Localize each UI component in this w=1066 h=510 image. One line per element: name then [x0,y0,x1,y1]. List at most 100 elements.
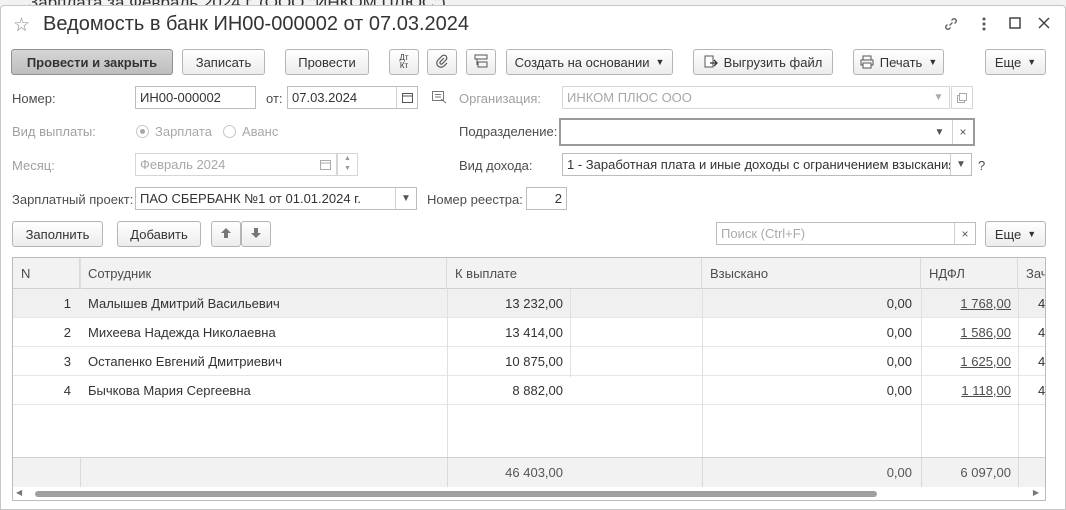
printer-icon [860,55,874,69]
payment-type-label: Вид выплаты: [12,124,96,139]
print-button[interactable]: Печать ▼ [853,49,944,75]
document-window: ☆ Ведомость в банк ИН00-000002 от 07.03.… [0,5,1066,510]
table-more-label: Еще [994,226,1022,242]
dropdown-arrow-icon[interactable]: ▼ [950,154,971,175]
salary-project-field[interactable]: ПАО СБЕРБАНК №1 от 01.01.2024 г. ▼ [135,187,417,210]
paperclip-icon [435,54,449,71]
scroll-right-icon[interactable]: ▶ [1033,488,1039,497]
row-number: 1 [63,296,71,311]
post-and-close-button[interactable]: Провести и закрыть [11,49,173,75]
table-more-button[interactable]: Еще ▼ [985,221,1046,247]
search-placeholder: Поиск (Ctrl+F) [721,226,806,241]
column-divider [570,289,571,377]
column-header-to-pay[interactable]: К выплате [447,258,702,289]
export-file-button[interactable]: Выгрузить файл [693,49,833,75]
employee-name: Малышев Дмитрий Васильевич [88,296,280,311]
title-bar: ☆ Ведомость в банк ИН00-000002 от 07.03.… [1,6,1065,44]
chevron-down-icon: ▼ [1027,229,1037,239]
total-ndfl: 6 097,00 [960,465,1011,480]
date-label: от: [266,91,283,106]
registry-number-field[interactable]: 2 [526,187,567,210]
registry-number-label: Номер реестра: [427,192,523,207]
table-row[interactable]: 1 Малышев Дмитрий Васильевич 13 232,00 0… [13,289,1045,318]
column-header-ndfl[interactable]: НДФЛ [921,258,1018,289]
date-field[interactable]: 07.03.2024 [287,86,418,109]
star-icon[interactable]: ☆ [13,14,30,37]
month-value: Февраль 2024 [140,157,226,172]
to-pay-value: 8 882,00 [512,383,563,398]
scroll-thumb[interactable] [35,491,877,497]
maximize-icon[interactable] [1008,16,1022,34]
row-number: 2 [63,325,71,340]
more-label: Еще [994,54,1022,70]
export-icon [704,55,718,69]
dtkt-button[interactable]: Дт Кт [389,49,419,75]
export-file-label: Выгрузить файл [723,54,823,70]
division-field[interactable]: ▼ × [559,118,975,146]
salary-project-value: ПАО СБЕРБАНК №1 от 01.01.2024 г. [140,191,361,206]
income-type-value: 1 - Заработная плата и иные доходы с огр… [567,157,956,172]
payment-option-advance: Аванс [242,124,279,139]
search-input[interactable]: Поиск (Ctrl+F) × [716,222,976,245]
income-type-field[interactable]: 1 - Заработная плата и иные доходы с огр… [562,153,972,176]
column-divider [80,458,81,488]
credited-value: 4 [1038,354,1046,369]
ndfl-link[interactable]: 1 586,00 [921,318,1011,347]
more-vertical-icon[interactable] [979,16,989,36]
column-header-employee[interactable]: Сотрудник [80,258,447,289]
organization-label: Организация: [459,91,542,106]
column-header-n[interactable]: N [13,258,80,289]
calendar-icon[interactable] [396,87,417,108]
stepper-up-icon: ▲ [344,155,351,162]
arrow-down-icon [250,227,262,242]
ndfl-link[interactable]: 1 625,00 [921,347,1011,376]
column-header-credited[interactable]: Зачислено [1018,258,1045,289]
month-stepper: ▲ ▼ [337,153,358,176]
payment-option-salary: Зарплата [155,124,212,139]
fill-button[interactable]: Заполнить [12,221,103,247]
total-withheld: 0,00 [886,465,912,480]
credited-value: 4 [1038,325,1046,340]
help-mark[interactable]: ? [978,158,985,173]
clear-icon[interactable]: × [954,223,975,244]
payments-table[interactable]: N Сотрудник К выплате Взыскано НДФЛ Зачи… [12,257,1046,501]
dropdown-arrow-icon[interactable]: ▼ [395,188,416,209]
ndfl-link[interactable]: 1 118,00 [921,376,1011,405]
radio-selected-icon [136,125,149,138]
print-label: Печать [879,54,923,70]
attach-button[interactable] [427,49,457,75]
close-icon[interactable] [1037,16,1051,34]
ndfl-link[interactable]: 1 768,00 [921,289,1011,318]
column-header-withheld[interactable]: Взыскано [702,258,921,289]
dropdown-arrow-icon[interactable]: ▼ [929,120,950,144]
chevron-down-icon: ▼ [928,57,938,67]
link-icon[interactable] [943,16,959,36]
withheld-value: 0,00 [886,383,912,398]
employee-name: Михеева Надежда Николаевна [88,325,276,340]
payment-radio-salary: Зарплата [136,124,212,139]
employee-name: Бычкова Мария Сергеевна [88,383,251,398]
clear-icon[interactable]: × [952,120,973,144]
move-down-button[interactable] [241,221,271,247]
post-button[interactable]: Провести [285,49,369,75]
more-button[interactable]: Еще ▼ [985,49,1046,75]
add-button[interactable]: Добавить [117,221,201,247]
table-row[interactable]: 2 Михеева Надежда Николаевна 13 414,00 0… [13,318,1045,347]
scroll-left-icon[interactable]: ◀ [16,488,22,497]
move-up-button[interactable] [211,221,241,247]
horizontal-scrollbar[interactable]: ◀ ▶ [13,487,1045,500]
structure-button[interactable] [466,49,496,75]
radio-empty-icon [223,125,236,138]
calendar-icon [315,154,336,175]
save-button[interactable]: Записать [182,49,265,75]
table-row[interactable]: 3 Остапенко Евгений Дмитриевич 10 875,00… [13,347,1045,376]
column-divider [1018,458,1019,488]
stepper-down-icon: ▼ [344,165,351,172]
payment-radio-advance: Аванс [223,124,278,139]
salary-project-label: Зарплатный проект: [12,192,134,207]
document-list-icon[interactable] [432,91,447,107]
to-pay-value: 13 232,00 [505,296,563,311]
number-field[interactable]: ИН00-000002 [135,86,256,109]
table-row[interactable]: 4 Бычкова Мария Сергеевна 8 882,00 0,00 … [13,376,1045,405]
create-based-on-button[interactable]: Создать на основании ▼ [506,49,673,75]
